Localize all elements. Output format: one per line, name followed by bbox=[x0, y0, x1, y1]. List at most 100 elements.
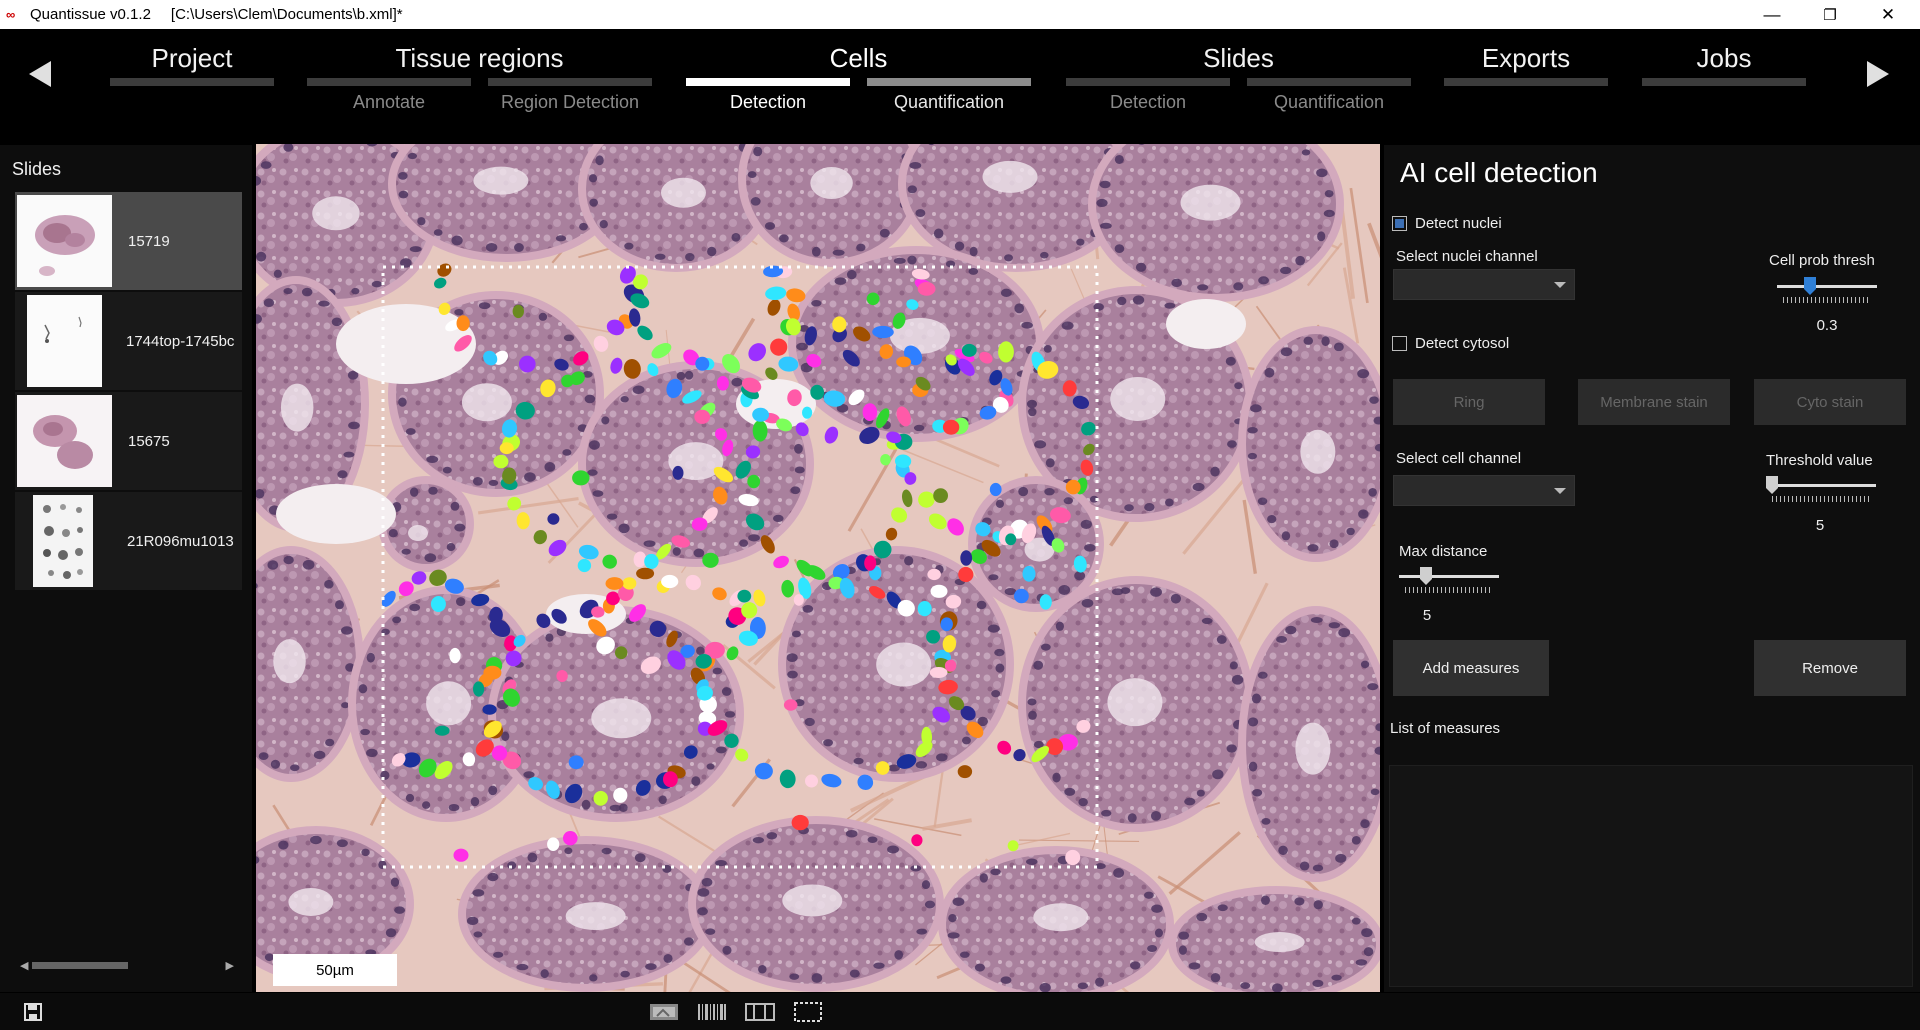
nuclei-channel-label: Select nuclei channel bbox=[1396, 248, 1538, 265]
nucleus bbox=[1257, 671, 1268, 679]
app-logo-icon: ∞ bbox=[6, 7, 16, 22]
slider-knob-icon[interactable] bbox=[1766, 476, 1778, 494]
nucleus bbox=[336, 839, 348, 848]
cell-mask bbox=[866, 292, 880, 306]
back-arrow-button[interactable] bbox=[20, 49, 60, 99]
remove-button[interactable]: Remove bbox=[1754, 640, 1906, 696]
nucleus bbox=[390, 877, 400, 887]
view-barcode-icon[interactable] bbox=[697, 1001, 727, 1023]
cyto-stain-button[interactable]: Cyto stain bbox=[1754, 379, 1906, 425]
gland-lumen bbox=[426, 681, 472, 726]
subtab-cell-detection[interactable]: Detection bbox=[686, 92, 850, 113]
cell-mask bbox=[1039, 594, 1052, 610]
cell-channel-select[interactable] bbox=[1393, 475, 1575, 506]
slider-knob-icon[interactable] bbox=[1420, 567, 1432, 585]
gland-lumen bbox=[591, 698, 652, 739]
nucleus bbox=[1099, 180, 1111, 189]
nav-exports[interactable]: Exports bbox=[1444, 43, 1608, 74]
slider-knob-icon[interactable] bbox=[1804, 277, 1816, 295]
nucleus bbox=[1303, 336, 1314, 345]
subtab-slide-detection[interactable]: Detection bbox=[1066, 92, 1230, 113]
nucleus bbox=[988, 574, 999, 581]
add-measures-button[interactable]: Add measures bbox=[1393, 640, 1549, 696]
detect-cytosol-checkbox[interactable]: Detect cytosol bbox=[1392, 335, 1509, 352]
slide-item[interactable]: 1744top-1745bc bbox=[15, 292, 242, 390]
subtab-annotate[interactable]: Annotate bbox=[307, 92, 471, 113]
slide-item[interactable]: 21R096mu1013 bbox=[15, 492, 242, 590]
slide-image-viewer[interactable]: 50µm bbox=[256, 144, 1380, 992]
cell-channel-label: Select cell channel bbox=[1396, 450, 1522, 467]
nucleus bbox=[853, 757, 864, 765]
nav-tissue-regions[interactable]: Tissue regions bbox=[307, 43, 652, 74]
nucleus bbox=[1151, 904, 1163, 913]
view-image-icon[interactable] bbox=[649, 1001, 679, 1023]
gland-lumen bbox=[810, 167, 853, 200]
cell-mask bbox=[482, 704, 497, 715]
nucleus bbox=[258, 752, 269, 761]
nucleus bbox=[620, 970, 630, 978]
nuclei-channel-select[interactable] bbox=[1393, 269, 1575, 300]
nucleus bbox=[747, 171, 757, 178]
nucleus bbox=[1184, 797, 1196, 806]
cell-mask bbox=[917, 282, 936, 296]
nucleus bbox=[658, 795, 667, 805]
membrane-stain-button[interactable]: Membrane stain bbox=[1578, 379, 1730, 425]
ring-button[interactable]: Ring bbox=[1393, 379, 1545, 425]
nucleus bbox=[995, 663, 1005, 673]
restore-button[interactable]: ❐ bbox=[1800, 0, 1860, 29]
minimize-button[interactable]: — bbox=[1742, 0, 1802, 29]
slides-horizontal-scrollbar[interactable]: ◀ ▶ bbox=[18, 957, 236, 973]
subtab-cell-quantification[interactable]: Quantification bbox=[867, 92, 1031, 113]
nucleus bbox=[1165, 498, 1174, 507]
scroll-right-icon[interactable]: ▶ bbox=[226, 959, 234, 972]
nucleus bbox=[601, 416, 610, 425]
cell-mask bbox=[896, 356, 911, 368]
gland-lumen bbox=[280, 383, 314, 432]
nucleus bbox=[1234, 382, 1243, 390]
subtab-region-detection[interactable]: Region Detection bbox=[488, 92, 652, 113]
nucleus bbox=[488, 479, 499, 487]
nucleus bbox=[947, 932, 960, 939]
nucleus bbox=[684, 370, 694, 380]
detect-nuclei-checkbox[interactable]: Detect nuclei bbox=[1392, 215, 1502, 232]
nav-slides[interactable]: Slides bbox=[1066, 43, 1411, 74]
nucleus bbox=[538, 312, 548, 321]
nucleus bbox=[361, 848, 370, 857]
slide-item[interactable]: 15719 bbox=[15, 192, 242, 290]
max-distance-slider[interactable] bbox=[1399, 567, 1499, 597]
nucleus bbox=[1052, 772, 1061, 783]
gland-lumen bbox=[288, 887, 334, 916]
nucleus bbox=[811, 299, 822, 307]
view-split-icon[interactable] bbox=[745, 1001, 775, 1023]
nucleus bbox=[442, 466, 452, 474]
close-button[interactable]: ✕ bbox=[1858, 0, 1918, 29]
slider-track bbox=[1399, 575, 1499, 578]
nucleus bbox=[758, 965, 767, 974]
nucleus bbox=[921, 880, 931, 890]
nucleus bbox=[450, 501, 460, 511]
threshold-slider[interactable] bbox=[1766, 476, 1876, 506]
measures-list[interactable] bbox=[1389, 765, 1913, 987]
nucleus bbox=[867, 836, 878, 844]
slide-item[interactable]: 15675 bbox=[15, 392, 242, 490]
nav-project[interactable]: Project bbox=[110, 43, 274, 74]
save-icon[interactable] bbox=[18, 1001, 48, 1023]
gland-lumen bbox=[408, 525, 429, 542]
nucleus bbox=[394, 906, 406, 914]
nucleus bbox=[1170, 593, 1181, 604]
subtab-slide-quantification[interactable]: Quantification bbox=[1247, 92, 1411, 113]
scroll-left-icon[interactable]: ◀ bbox=[20, 959, 28, 972]
selection-rectangle-icon[interactable] bbox=[793, 1001, 823, 1023]
scrollbar-thumb[interactable] bbox=[32, 962, 128, 969]
forward-arrow-button[interactable] bbox=[1858, 49, 1898, 99]
nucleus bbox=[1216, 635, 1227, 644]
nucleus bbox=[731, 233, 741, 242]
nucleus bbox=[1264, 367, 1275, 378]
cell-prob-slider[interactable] bbox=[1777, 277, 1877, 307]
nav-cells[interactable]: Cells bbox=[686, 43, 1031, 74]
nucleus bbox=[1231, 674, 1244, 685]
nav-jobs[interactable]: Jobs bbox=[1642, 43, 1806, 74]
nucleus bbox=[1227, 440, 1237, 448]
nucleus bbox=[823, 739, 833, 747]
white-space bbox=[336, 304, 476, 384]
